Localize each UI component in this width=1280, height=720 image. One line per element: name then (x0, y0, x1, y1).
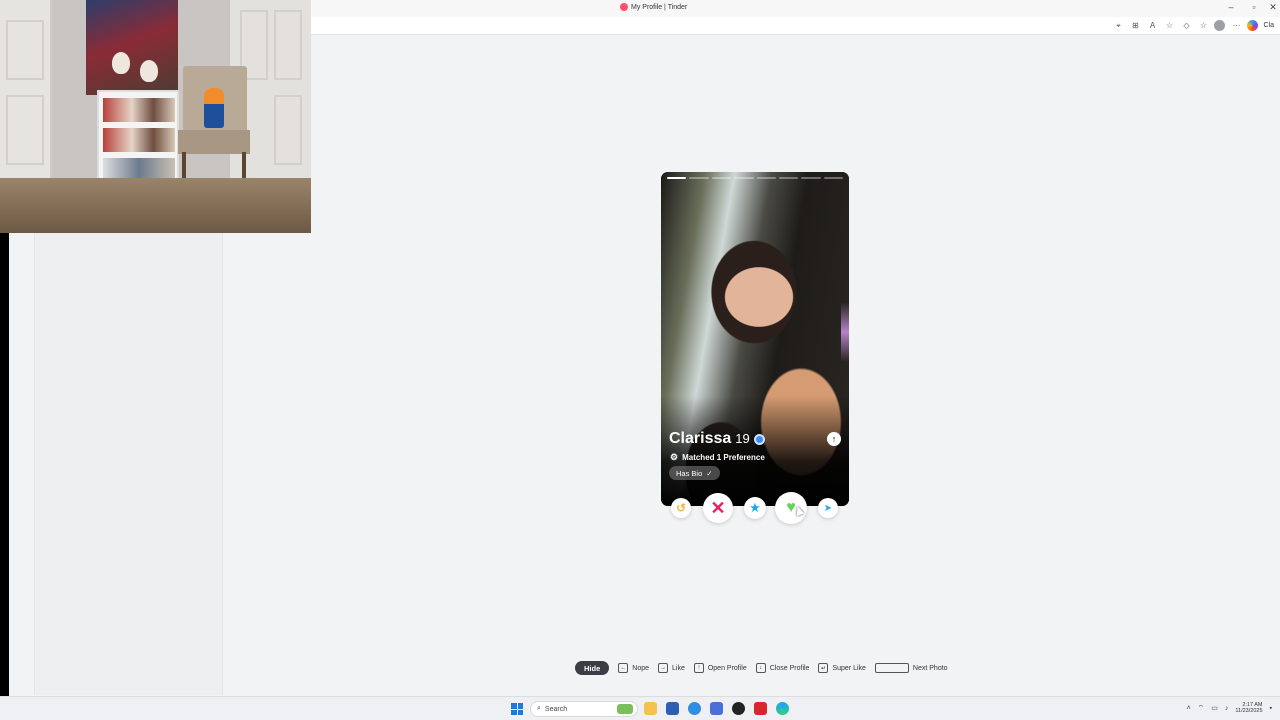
favorites-icon[interactable]: ☆ (1197, 20, 1209, 31)
volume-icon[interactable]: ♪ (1225, 705, 1229, 712)
close-window-icon[interactable]: ✕ (1266, 2, 1280, 13)
network-icon[interactable]: ⌔ (1198, 704, 1205, 713)
shortcut-close-profile: ↓ Close Profile (755, 663, 810, 673)
send-arrow-icon: ➤ (823, 502, 833, 514)
more-icon[interactable]: ··· (1230, 20, 1242, 31)
taskbar-search-placeholder: Search (544, 705, 568, 713)
hide-shortcuts-button[interactable]: Hide (575, 661, 610, 675)
webcam-floor (0, 178, 311, 233)
profile-name-row: Clarissa 19 (669, 430, 765, 448)
webcam-figurine (204, 88, 224, 128)
spacebar-key-icon (874, 663, 909, 673)
profile-age: 19 (735, 431, 750, 446)
matched-preference-text: Matched 1 Preference (682, 453, 765, 462)
shortcut-close-profile-label: Close Profile (769, 664, 810, 672)
shortcut-super-like: ↵ Super Like (818, 663, 866, 673)
toolbar-icons: ⌖ ⊞ A ☆ ◇ ☆ ··· Cla (1112, 20, 1274, 31)
star-icon: ★ (749, 500, 761, 515)
tray-chevron-icon[interactable]: ˄ (1187, 705, 1191, 712)
store-icon[interactable] (666, 702, 679, 715)
webcam-mask (140, 60, 158, 82)
search-icon: ⌕ (537, 705, 541, 712)
super-like-button[interactable]: ★ (744, 497, 766, 519)
nope-button[interactable]: ✕ (703, 493, 733, 523)
sidebar-panel (34, 233, 223, 695)
maximize-icon[interactable]: ▫ (1247, 2, 1261, 12)
down-arrow-key-icon: ↓ (755, 663, 766, 673)
has-bio-badge[interactable]: Has Bio ✓ (669, 466, 720, 480)
photo-progress-segment[interactable] (823, 177, 843, 179)
has-bio-label: Has Bio (676, 468, 703, 478)
favorite-star-icon[interactable]: ☆ (1163, 20, 1175, 31)
read-aloud-icon[interactable]: A (1146, 20, 1158, 31)
shortcut-open-profile-label: Open Profile (707, 664, 747, 672)
shortcut-nope-label: Nope (632, 664, 649, 672)
nope-x-icon: ✕ (710, 497, 726, 518)
app-icon[interactable] (710, 702, 723, 715)
browser-tab[interactable]: My Profile | Tinder (620, 3, 687, 11)
taskbar-search[interactable]: ⌕ Search (530, 701, 638, 717)
edge-browser-icon[interactable] (776, 702, 789, 715)
boost-button[interactable]: ➤ (818, 498, 838, 518)
shortcut-super-like-label: Super Like (832, 664, 866, 672)
webcam-chair-seat (178, 130, 250, 154)
minimize-icon[interactable]: – (1224, 2, 1238, 12)
photo-progress-segment[interactable] (689, 177, 709, 179)
mail-icon[interactable] (688, 702, 701, 715)
apps-icon[interactable]: ⊞ (1129, 20, 1141, 31)
photo-progress-segment[interactable] (711, 177, 732, 179)
copilot-icon[interactable] (1247, 20, 1259, 31)
copilot-label[interactable]: Cla (1263, 22, 1274, 29)
open-profile-arrow-icon[interactable]: ↑ (827, 432, 841, 446)
webcam-poster (86, 0, 178, 95)
profile-card[interactable]: Clarissa 19 ↑ ⚙ Matched 1 Preference Has… (661, 172, 849, 506)
photo-progress-segment[interactable] (801, 177, 821, 179)
shortcut-next-photo-label: Next Photo (912, 664, 948, 672)
webcam-shelf (97, 90, 179, 188)
action-buttons: ↺ ✕ ★ ♥ ➤ (661, 492, 849, 524)
checkmark-icon: ✓ (706, 468, 713, 478)
windows-start-icon[interactable] (511, 703, 523, 715)
webcam-overlay (0, 0, 311, 233)
tab-title-text: My Profile | Tinder (631, 3, 688, 11)
media-app-icon[interactable] (754, 702, 767, 715)
display-icon[interactable]: ▭ (1211, 704, 1218, 712)
right-arrow-key-icon: → (658, 663, 668, 673)
shortcut-like: → Like (658, 663, 685, 673)
obs-icon[interactable] (732, 702, 745, 715)
location-icon[interactable]: ⌖ (1112, 20, 1124, 31)
shortcut-next-photo: Next Photo (874, 663, 948, 673)
clock[interactable]: 2:17 AM 11/23/2025 (1235, 702, 1262, 714)
photo-progress-bar (667, 177, 843, 180)
up-arrow-key-icon: ↑ (693, 663, 704, 673)
shortcut-nope: ← Nope (618, 663, 649, 673)
photo-progress-segment[interactable] (734, 177, 754, 179)
photo-progress-segment[interactable] (667, 177, 687, 179)
matched-preference: ⚙ Matched 1 Preference (670, 452, 765, 463)
profile-name: Clarissa (669, 430, 732, 447)
photo-progress-segment[interactable] (778, 177, 799, 179)
enter-key-icon: ↵ (818, 663, 829, 673)
file-explorer-icon[interactable] (644, 702, 657, 715)
verified-badge-icon (753, 433, 765, 445)
tinder-flame-icon (620, 3, 628, 11)
rewind-button[interactable]: ↺ (671, 498, 691, 518)
rewind-icon: ↺ (675, 501, 687, 515)
system-tray: ˄ ⌔ ▭ ♪ 2:17 AM 11/23/2025 ▪ (1187, 702, 1272, 714)
notification-icon[interactable]: ▪ (1270, 705, 1272, 712)
extensions-icon[interactable]: ◇ (1180, 20, 1192, 31)
clock-date: 11/23/2025 (1235, 708, 1263, 714)
left-arrow-key-icon: ← (618, 663, 629, 673)
shortcut-bar: Hide ← Nope → Like ↑ Open Profile ↓ Clos… (575, 661, 948, 675)
webcam-mask (112, 52, 130, 74)
shortcut-like-label: Like (672, 664, 685, 672)
shortcut-open-profile: ↑ Open Profile (693, 663, 747, 673)
photo-progress-segment[interactable] (756, 177, 776, 179)
left-edge-strip (0, 233, 9, 696)
webcam-door-left (0, 0, 52, 180)
taskbar: ⌕ Search ˄ ⌔ ▭ ♪ 2:17 AM 11/23/2025 ▪ (0, 696, 1280, 720)
profile-avatar[interactable] (1214, 20, 1226, 31)
sliders-icon: ⚙ (670, 452, 679, 462)
